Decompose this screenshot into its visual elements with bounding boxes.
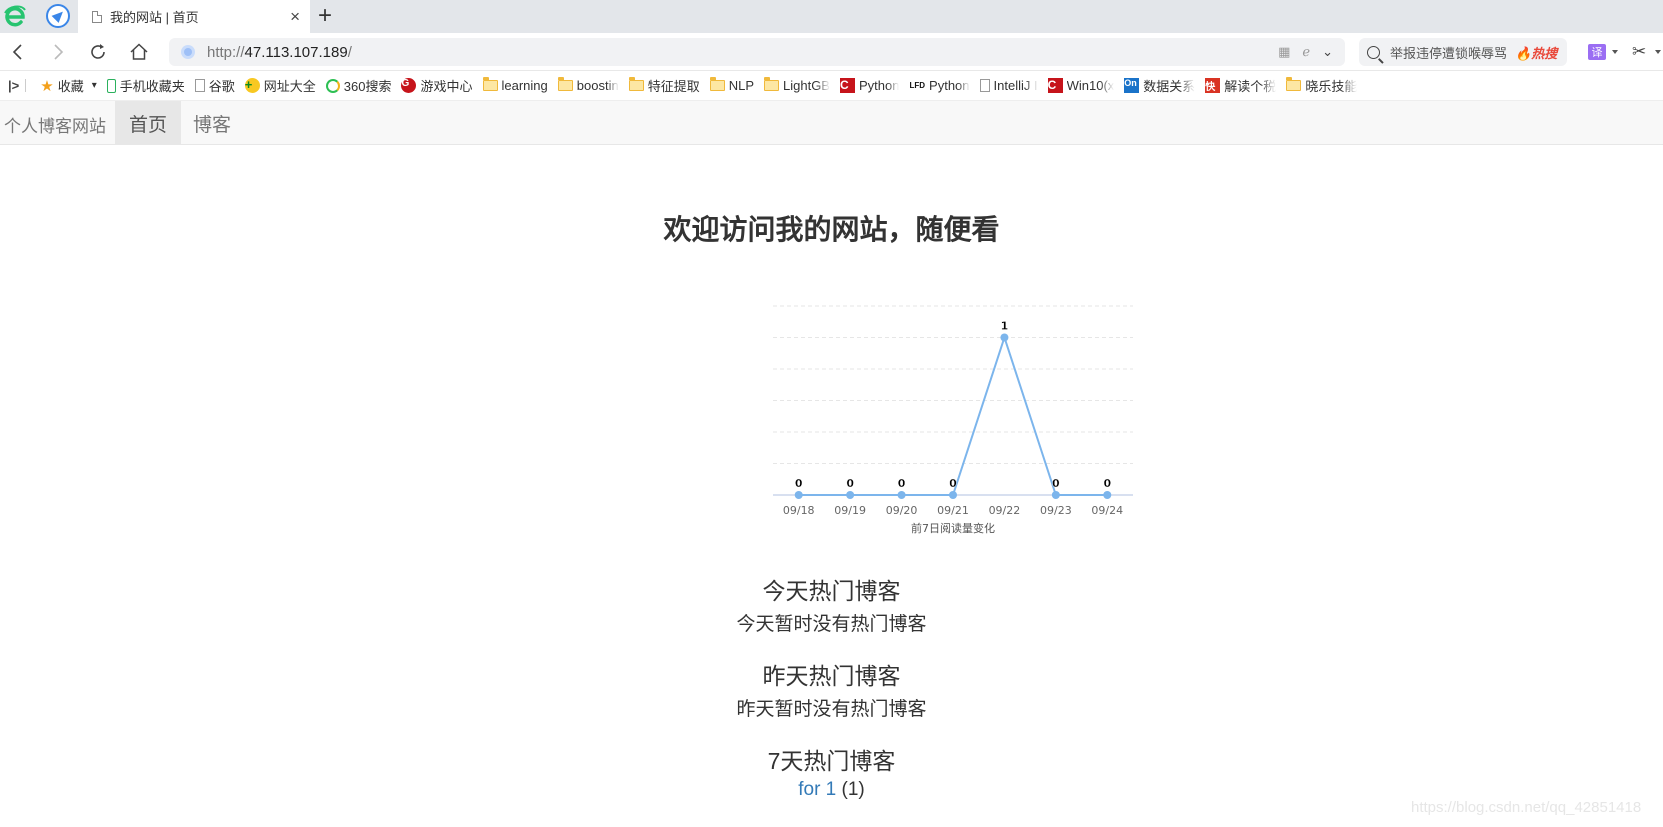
data-label: 0	[949, 477, 957, 490]
watermark: https://blog.csdn.net/qq_42851418	[1411, 799, 1642, 816]
data-label: 0	[795, 477, 803, 490]
x-tick-label: 09/21	[937, 504, 969, 517]
week-hot-heading: 7天热门博客	[767, 748, 896, 774]
x-tick-label: 09/18	[783, 504, 815, 517]
yesterday-hot-empty-text: 昨天暂时没有热门博客	[736, 699, 927, 720]
week-hot-item: for 1 (1)	[0, 779, 1663, 801]
x-tick-label: 09/20	[886, 504, 918, 517]
data-label: 0	[1052, 477, 1060, 490]
reading-trend-chart: 0 0 0 0 1 0 0 09/18 09/19 09/20 09/21 09/22 09/23 09/…	[773, 305, 1133, 535]
series-line	[798, 334, 1108, 496]
data-point	[897, 491, 906, 499]
data-label: 0	[898, 477, 906, 490]
data-label: 0	[846, 477, 854, 490]
x-tick-label: 09/23	[1040, 504, 1072, 517]
today-hot-heading: 今天热门博客	[762, 578, 901, 604]
x-tick-label: 09/22	[989, 504, 1021, 517]
data-point	[1000, 333, 1009, 342]
data-point	[1051, 491, 1060, 499]
yesterday-hot-heading: 昨天热门博客	[762, 663, 901, 689]
today-hot-empty-text: 今天暂时没有热门博客	[736, 614, 927, 635]
x-tick-label: 09/19	[834, 504, 866, 517]
data-point	[846, 491, 855, 499]
hot-blog-link[interactable]: for 1	[798, 779, 836, 800]
data-point	[794, 491, 803, 499]
x-tick-label: 09/24	[1091, 504, 1123, 517]
data-point	[949, 491, 957, 499]
chart-title: 前7日阅读量变化	[911, 521, 995, 535]
data-label: 1	[1001, 320, 1009, 333]
data-point	[1103, 491, 1112, 499]
data-label: 0	[1103, 477, 1111, 490]
hot-blog-read-count: (1)	[841, 779, 865, 800]
